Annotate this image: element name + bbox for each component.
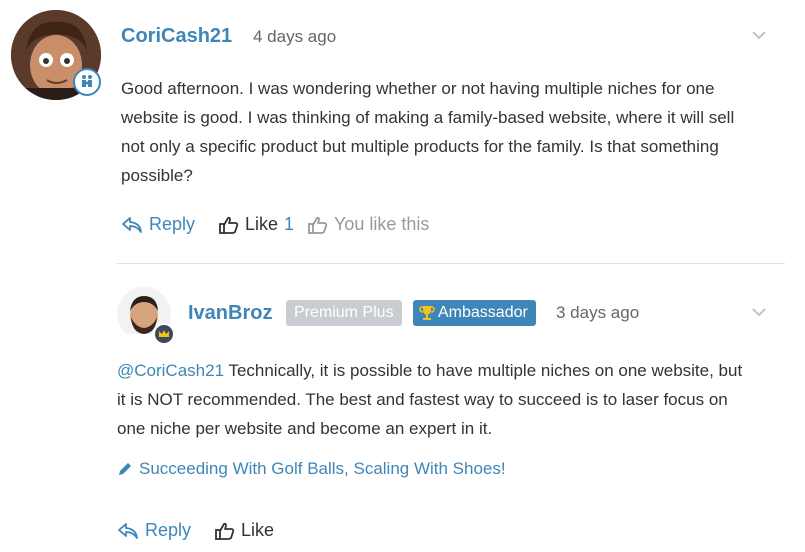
reply-like-button[interactable]: Like — [215, 520, 274, 541]
like-label: Like — [241, 520, 275, 540]
reply-label: Reply — [149, 214, 196, 234]
reply-reply-button[interactable]: Reply — [117, 520, 191, 541]
comment-body-line: website is good. I was thinking of makin… — [121, 108, 735, 127]
trophy-icon — [419, 306, 435, 320]
reply-author[interactable]: IvanBroz — [188, 302, 272, 325]
like-count[interactable]: 1 — [284, 214, 294, 235]
signature-link[interactable]: Succeeding With Golf Balls, Scaling With… — [117, 459, 506, 479]
crown-badge-icon — [153, 323, 175, 345]
reply-body-line: it is NOT recommended. The best and fast… — [117, 390, 728, 409]
comment-author[interactable]: CoriCash21 — [121, 25, 232, 48]
chevron-down-icon[interactable] — [751, 305, 767, 323]
comment-like-button[interactable]: Like 1 — [219, 214, 294, 235]
reply-body: @CoriCash21 Technically, it is possible … — [117, 356, 797, 443]
thumbs-up-icon — [219, 216, 239, 234]
pencil-icon — [119, 463, 131, 475]
ambassador-label: Ambassador — [438, 304, 528, 321]
signature-text: Succeeding With Golf Balls, Scaling With… — [139, 459, 506, 478]
you-like-label: You like this — [334, 214, 430, 234]
reply-icon — [122, 216, 142, 233]
divider — [117, 263, 785, 264]
comment-body-line: possible? — [121, 166, 193, 185]
reply-body-first: Technically, it is possible to have mult… — [224, 361, 743, 380]
you-like-this[interactable]: You like this — [308, 214, 429, 235]
reply-label: Reply — [145, 520, 192, 540]
thumbs-up-icon — [215, 522, 235, 540]
ambassador-badge: Ambassador — [413, 300, 536, 326]
reply-time[interactable]: 3 days ago — [556, 303, 639, 323]
chevron-down-icon[interactable] — [751, 28, 767, 46]
family-badge-icon — [73, 68, 101, 96]
reply-body-line: one niche per website and become an expe… — [117, 419, 493, 438]
thumbs-up-icon — [308, 216, 328, 234]
reply-body-line: @CoriCash21 Technically, it is possible … — [117, 356, 797, 385]
mention-link[interactable]: @CoriCash21 — [117, 361, 224, 380]
reply-icon — [118, 522, 138, 539]
like-label: Like — [245, 214, 279, 234]
comment-body: Good afternoon. I was wondering whether … — [121, 74, 791, 190]
premium-plus-badge: Premium Plus — [286, 300, 402, 326]
comment-body-line: Good afternoon. I was wondering whether … — [121, 79, 715, 98]
comment-body-line: not only a specific product but multiple… — [121, 137, 719, 156]
comment-reply-button[interactable]: Reply — [121, 214, 195, 235]
comment-time[interactable]: 4 days ago — [253, 27, 336, 47]
